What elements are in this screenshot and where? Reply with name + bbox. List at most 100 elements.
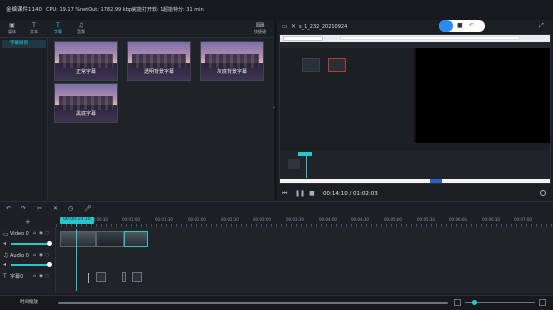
video-volume-slider[interactable] [11, 243, 49, 245]
nested-track-icon [288, 159, 300, 169]
zoom-in-icon[interactable] [539, 299, 546, 306]
visibility-icon[interactable]: ◉ [39, 231, 43, 237]
zoom-out-icon[interactable] [454, 299, 461, 306]
tool-subtitle-label: 字幕 [54, 29, 62, 34]
nested-thumb [302, 58, 320, 72]
record-icon[interactable] [439, 20, 453, 32]
monitor-icon: ▭ [282, 23, 288, 30]
media-item-gray-subtitle[interactable]: 灰底背景字幕 [200, 41, 264, 81]
playhead-time: 00:00:14:10 [63, 217, 91, 222]
track-headers: ▭ Video 0 ⌂ ◉ ◌ ◂ ♫ Audio 0 ⌂ ◉ ◌ ◂ T 字幕… [0, 227, 56, 293]
zoom-slider-knob[interactable] [472, 300, 477, 305]
stop-icon[interactable]: ■ [309, 191, 315, 197]
collapse-arrow-icon: › [273, 105, 275, 111]
lock-icon[interactable]: ⌂ [33, 231, 36, 237]
media-item-black-subtitle[interactable]: 黑底字幕 [54, 83, 118, 123]
lock-icon[interactable]: ⌂ [33, 253, 36, 259]
timecode: 00:14:10 / 01:02:03 [323, 191, 378, 197]
video-clip-selected[interactable] [124, 231, 148, 247]
nested-tab [283, 36, 323, 41]
ruler-label: 00:04:30 [351, 217, 369, 222]
preview-titlebar: ▭ ✕ s_1_232_20210924 ■ ↶ ⤢ [277, 20, 553, 33]
ruler-label: 00:03:30 [286, 217, 304, 222]
media-item-caption: 黑底字幕 [75, 111, 96, 117]
zoom-label: 时间缩放 [20, 300, 38, 305]
mute-icon[interactable]: ◌ [45, 253, 49, 259]
shortcut-button[interactable]: ⌨ 快捷键 [250, 22, 270, 36]
media-item-caption: 灰底背景字幕 [216, 69, 247, 75]
horizontal-scrollbar[interactable] [58, 302, 448, 304]
delete-icon[interactable]: ✕ [53, 206, 58, 212]
tool-media-label: 媒体 [8, 29, 16, 34]
preview-title: s_1_232_20210924 [299, 24, 348, 30]
tool-subtitle[interactable]: T 字幕 [49, 22, 67, 36]
timeline-toolbar: ↶ ↷ ✂ ✕ ◷ 🎤︎ [0, 201, 553, 215]
net-readout: netOut: 1782.99 kbps [80, 7, 135, 13]
tool-text[interactable]: T 文本 [25, 22, 43, 36]
ruler-label: 00:01:00 [122, 217, 140, 222]
thumbnail-image [205, 54, 259, 68]
video-clip[interactable] [96, 231, 124, 247]
nested-taskbar [280, 179, 550, 183]
video-track-icon: ▭ [3, 231, 9, 238]
sidebar-item-label: 字幕样例 [10, 41, 28, 46]
app-title: 金编课件1140 [6, 7, 42, 13]
snapshot-icon[interactable] [540, 190, 546, 196]
stop-icon[interactable]: ■ [457, 23, 463, 29]
text-icon: T [32, 22, 36, 29]
timeline-ruler[interactable]: + 00:00:30 00:01:00 00:01:30 00:02:00 00… [0, 215, 553, 227]
audio-volume-slider[interactable] [11, 264, 49, 266]
tool-audio[interactable]: ♫ 音频 [72, 22, 90, 36]
mute-icon[interactable]: ◌ [45, 231, 49, 237]
ruler-label: 00:03:00 [253, 217, 271, 222]
cpu-readout: CPU: 19.17 % [46, 7, 81, 13]
ruler-label: 00:07:00 [514, 217, 532, 222]
nested-preview [416, 48, 550, 143]
lock-icon[interactable]: ⌂ [33, 274, 36, 280]
playhead-line [76, 229, 77, 291]
ruler-label: 00:04:00 [319, 217, 337, 222]
tool-audio-label: 音频 [77, 29, 85, 34]
cut-icon[interactable]: ✂ [37, 206, 42, 212]
subtitle-clip[interactable] [96, 272, 106, 282]
playback-controls: ⏮ ❚❚ ■ 00:14:10 / 01:02:03 [277, 185, 553, 201]
mute-icon[interactable]: ◌ [45, 274, 49, 280]
sidebar-item-subtitle-samples[interactable]: 字幕样例 [2, 40, 46, 48]
playhead-marker[interactable]: 00:00:14:10 [60, 217, 94, 224]
media-item-caption: 正常字幕 [75, 69, 96, 75]
track-name-audio: Audio 0 [10, 253, 29, 259]
audio-volume-knob[interactable] [47, 262, 52, 267]
track-area[interactable] [56, 227, 553, 293]
recording-pill: ■ ↶ [439, 20, 485, 32]
shortcut-label: 快捷键 [254, 29, 266, 34]
time-icon[interactable]: ◷ [68, 206, 73, 212]
subtitle-clip[interactable] [122, 272, 126, 282]
media-item-transparent-subtitle[interactable]: 透明背景字幕 [127, 41, 191, 81]
video-clip[interactable] [60, 231, 96, 247]
ruler-label: 00:01:30 [155, 217, 173, 222]
ruler-label: 00:06:30 [482, 217, 500, 222]
video-volume-knob[interactable] [47, 241, 52, 246]
preview-canvas[interactable] [279, 34, 551, 184]
redo-icon[interactable]: ↷ [21, 206, 26, 212]
undo-icon[interactable]: ↶ [6, 206, 11, 212]
visibility-icon[interactable]: ◉ [39, 253, 43, 259]
nested-playhead [298, 152, 312, 156]
close-icon[interactable]: ✕ [291, 24, 296, 30]
tool-media[interactable]: ▣ 媒体 [3, 22, 21, 36]
thumbnail-image [59, 96, 113, 110]
fullscreen-icon[interactable]: ⤢ [539, 23, 544, 29]
pause-icon[interactable]: ❚❚ [295, 191, 305, 197]
add-track-icon[interactable]: + [25, 219, 31, 226]
nested-timeline [280, 151, 550, 179]
ruler-label: 00:02:30 [221, 217, 239, 222]
timeline-zoom-bar: 时间缩放 [0, 295, 553, 310]
visibility-icon[interactable]: ◉ [39, 274, 43, 280]
nested-playhead-line [306, 156, 307, 178]
prev-frame-icon[interactable]: ⏮ [282, 191, 287, 197]
ruler-label: 00:05:30 [417, 217, 435, 222]
mic-icon[interactable]: 🎤︎ [84, 206, 92, 212]
revert-icon[interactable]: ↶ [469, 23, 474, 29]
media-item-normal-subtitle[interactable]: 正常字幕 [54, 41, 118, 81]
subtitle-clip[interactable] [132, 272, 142, 282]
